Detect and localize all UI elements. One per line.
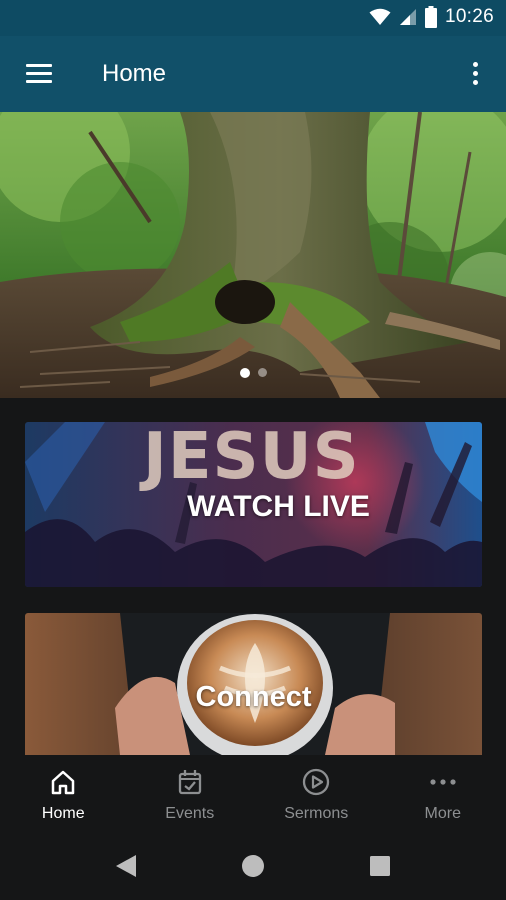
play-circle-icon — [303, 768, 330, 796]
nav-label: More — [424, 805, 461, 822]
page-title: Home — [102, 60, 167, 87]
more-vertical-icon[interactable] — [464, 58, 488, 90]
system-navigation-bar — [0, 835, 506, 900]
nav-label: Sermons — [284, 805, 349, 822]
app-bar: Home — [0, 36, 506, 112]
calendar-check-icon — [178, 770, 201, 795]
hero-image — [0, 112, 506, 398]
nav-home[interactable]: Home — [0, 755, 127, 835]
battery-icon — [424, 6, 437, 28]
nav-label: Home — [41, 805, 85, 822]
more-horizontal-icon — [430, 779, 456, 785]
carousel-dot-active[interactable] — [239, 368, 250, 378]
background-headline: JESUS — [143, 422, 360, 494]
carousel-dot[interactable] — [257, 368, 267, 377]
hamburger-menu-icon[interactable] — [24, 60, 54, 86]
nav-sermons[interactable]: Sermons — [253, 755, 380, 835]
nav-more[interactable]: More — [380, 755, 506, 835]
home-icon — [52, 770, 75, 795]
connect-card[interactable]: Connect — [25, 613, 482, 755]
status-icons: 10:26 — [369, 6, 494, 28]
watch-live-label: WATCH LIVE — [187, 490, 370, 523]
status-time: 10:26 — [444, 6, 494, 27]
watch-live-card[interactable]: JESUS WATCH LIVE — [25, 422, 482, 587]
recents-icon[interactable] — [369, 853, 391, 879]
connect-label: Connect — [195, 681, 312, 713]
cell-signal-icon — [399, 9, 416, 25]
back-icon[interactable] — [114, 853, 138, 879]
bottom-navigation: Home Events Sermons More — [0, 755, 506, 835]
carousel-indicator — [0, 368, 506, 378]
nav-label: Events — [165, 805, 215, 822]
home-circle-icon[interactable] — [241, 853, 265, 879]
status-bar: 10:26 — [0, 0, 506, 36]
wifi-icon — [369, 8, 391, 25]
nav-events[interactable]: Events — [127, 755, 254, 835]
hero-carousel[interactable] — [0, 112, 506, 398]
